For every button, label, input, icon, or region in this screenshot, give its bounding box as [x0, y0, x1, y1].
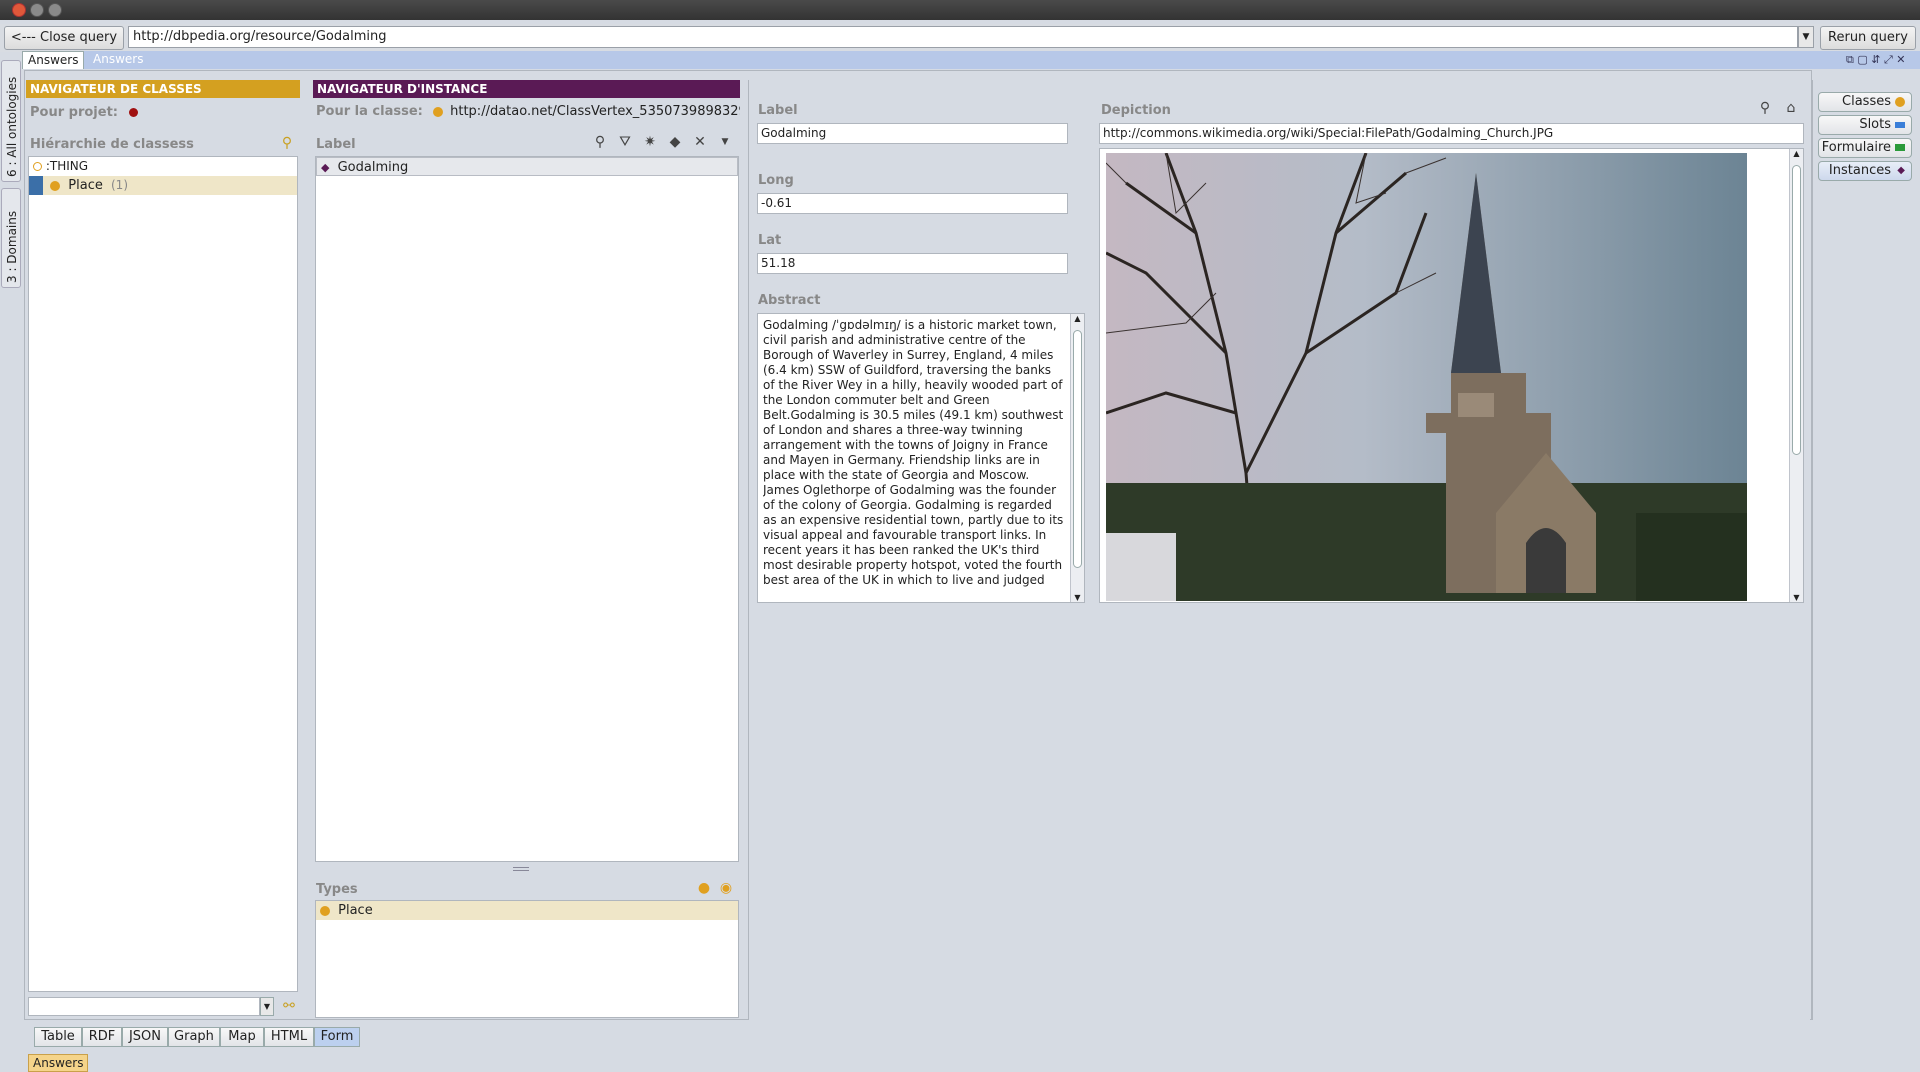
- class-label: Pour la classe:: [316, 104, 423, 119]
- scroll-down-icon[interactable]: ▼: [1790, 593, 1803, 602]
- rerun-query-button[interactable]: Rerun query: [1820, 26, 1916, 50]
- add-type-icon[interactable]: ●: [695, 879, 713, 897]
- close-query-button[interactable]: <--- Close query: [4, 26, 124, 50]
- church-photo: [1106, 153, 1747, 601]
- window-maximize-button[interactable]: [48, 3, 62, 17]
- window-controls-icon[interactable]: ⧉ ▢ ⇵ ⤢ ✕: [1846, 53, 1905, 67]
- right-tab-formulaire[interactable]: Formulaire: [1818, 138, 1912, 158]
- slots-icon: [1895, 122, 1905, 128]
- side-tab-ontologies[interactable]: 6 : All ontologies: [1, 60, 21, 182]
- depiction-image-frame: ▲ ▼: [1099, 148, 1804, 603]
- class-tree: :THING Place (1): [28, 156, 298, 992]
- list-item[interactable]: ◆ Godalming: [316, 157, 738, 176]
- hierarchy-label: Hiérarchie de classess: [30, 137, 194, 152]
- class-uri: http://datao.net/ClassVertex_53507398983…: [450, 104, 740, 119]
- abstract-scroll-thumb[interactable]: [1073, 330, 1082, 568]
- class-dot-icon: [432, 106, 443, 117]
- scroll-down-icon[interactable]: ▼: [1071, 593, 1084, 602]
- answers-tab-bar: [22, 51, 1920, 69]
- class-navigator-panel: NAVIGATEUR DE CLASSES Pour projet: Hiéra…: [26, 80, 300, 992]
- project-status-dot: [128, 108, 138, 117]
- window-close-button[interactable]: [12, 3, 26, 17]
- tab-json[interactable]: JSON: [122, 1027, 168, 1047]
- window-minimize-button[interactable]: [30, 3, 44, 17]
- right-tab-classes[interactable]: Classes: [1818, 92, 1912, 112]
- place-class-icon: [50, 180, 61, 191]
- lat-field[interactable]: 51.18: [757, 253, 1068, 274]
- label-field[interactable]: Godalming: [757, 123, 1068, 144]
- label-caption: Label: [758, 103, 798, 118]
- tab-answers-inactive[interactable]: Answers: [88, 51, 148, 69]
- scroll-up-icon[interactable]: ▲: [1790, 149, 1803, 158]
- tab-table[interactable]: Table: [34, 1027, 82, 1047]
- lat-caption: Lat: [758, 233, 782, 248]
- depiction-url-field[interactable]: http://commons.wikimedia.org/wiki/Specia…: [1099, 123, 1804, 144]
- tab-form[interactable]: Form: [314, 1027, 360, 1047]
- split-handle[interactable]: [513, 867, 529, 871]
- abstract-scrollbar[interactable]: ▲ ▼: [1070, 314, 1084, 602]
- search-person-icon[interactable]: ⚲: [591, 133, 609, 151]
- class-hierarchy-icon[interactable]: ⚲: [278, 134, 296, 152]
- instance-list: ◆ Godalming: [315, 156, 739, 862]
- delete-instance-icon[interactable]: ✕: [691, 133, 709, 151]
- status-answers-tab[interactable]: Answers: [28, 1054, 89, 1072]
- formulaire-icon: [1895, 144, 1905, 151]
- thing-class-icon: [33, 162, 42, 171]
- instance-navigator-title: NAVIGATEUR D'INSTANCE: [313, 80, 740, 98]
- tab-rdf[interactable]: RDF: [82, 1027, 122, 1047]
- search-dropdown-icon[interactable]: ▼: [260, 997, 274, 1016]
- classes-dot-icon: [1895, 97, 1905, 107]
- right-tab-slots[interactable]: Slots: [1818, 115, 1912, 135]
- type-dot-icon: [320, 905, 330, 916]
- tab-html[interactable]: HTML: [264, 1027, 314, 1047]
- add-instance-icon[interactable]: ◆: [666, 133, 684, 151]
- list-item[interactable]: Place: [316, 901, 738, 920]
- abstract-caption: Abstract: [758, 293, 821, 308]
- instances-diamond-icon: ◆: [1897, 165, 1905, 176]
- tree-item-place[interactable]: Place (1): [29, 176, 297, 195]
- types-list: Place: [315, 900, 739, 1018]
- window-titlebar: [0, 0, 1920, 20]
- depiction-scroll-thumb[interactable]: [1792, 165, 1801, 455]
- depiction-scrollbar[interactable]: ▲ ▼: [1789, 149, 1803, 602]
- instance-navigator-panel: NAVIGATEUR D'INSTANCE Pour la classe: ht…: [313, 80, 740, 1020]
- project-label: Pour projet:: [30, 105, 118, 120]
- depiction-caption: Depiction: [1101, 103, 1171, 118]
- types-label: Types: [316, 882, 358, 897]
- tab-map[interactable]: Map: [220, 1027, 264, 1047]
- remove-type-icon[interactable]: ◉: [717, 879, 735, 897]
- filter-icon[interactable]: ⛛: [616, 133, 634, 151]
- chevron-down-icon[interactable]: ▼: [716, 133, 734, 151]
- long-field[interactable]: -0.61: [757, 193, 1068, 214]
- class-search-input[interactable]: [28, 997, 260, 1016]
- tab-graph[interactable]: Graph: [168, 1027, 220, 1047]
- tab-answers-active[interactable]: Answers: [22, 51, 85, 69]
- abstract-text: Godalming /ˈgɒdəlmɪŋ/ is a historic mark…: [763, 318, 1064, 587]
- instance-diamond-icon: ◆: [321, 161, 330, 174]
- home-icon[interactable]: ⌂: [1782, 99, 1800, 117]
- abstract-textarea[interactable]: Godalming /ˈgɒdəlmɪŋ/ is a historic mark…: [757, 313, 1085, 603]
- long-caption: Long: [758, 173, 794, 188]
- class-navigator-title: NAVIGATEUR DE CLASSES: [26, 80, 300, 98]
- selection-marker: [29, 176, 43, 195]
- tree-item-thing[interactable]: :THING: [29, 157, 297, 176]
- settings-icon[interactable]: ✷: [641, 133, 659, 151]
- binoculars-icon[interactable]: ⚯: [280, 997, 298, 1015]
- search-user-icon[interactable]: ⚲: [1756, 99, 1774, 117]
- right-tab-instances[interactable]: Instances ◆: [1818, 161, 1912, 181]
- side-tab-domains[interactable]: 3 : Domains: [1, 188, 21, 288]
- right-tab-strip: [1812, 80, 1920, 1020]
- url-dropdown-icon[interactable]: ▼: [1798, 26, 1814, 48]
- query-url-field[interactable]: http://dbpedia.org/resource/Godalming: [128, 26, 1798, 48]
- scroll-up-icon[interactable]: ▲: [1071, 314, 1084, 323]
- instance-label-header: Label: [316, 137, 356, 152]
